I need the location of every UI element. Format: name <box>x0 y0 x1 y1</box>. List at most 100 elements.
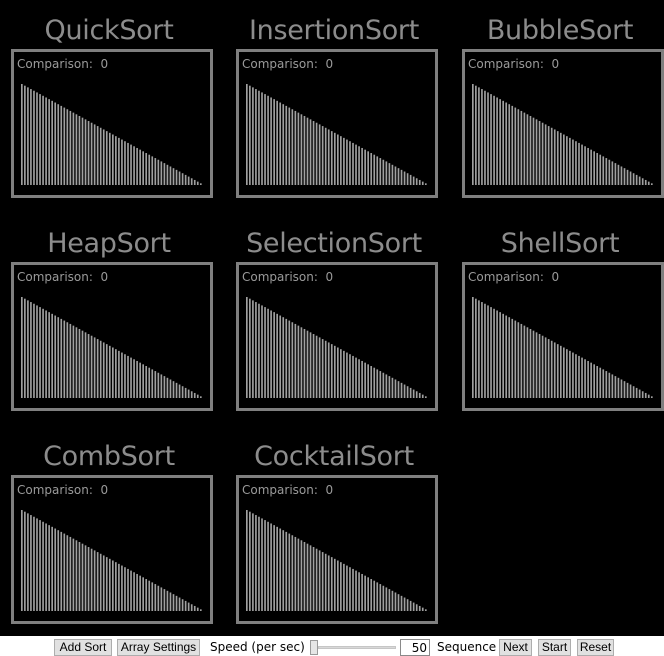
array-bar <box>312 334 315 398</box>
visualizer: Comparison: 0 <box>462 262 664 411</box>
array-bar <box>412 176 415 185</box>
array-bar <box>291 535 294 611</box>
array-bar <box>324 553 327 611</box>
array-bar <box>279 102 282 185</box>
array-bar <box>51 526 53 611</box>
array-bar <box>373 367 376 398</box>
array-bar <box>136 573 138 611</box>
array-bar <box>388 376 391 398</box>
array-bar <box>605 158 608 185</box>
array-bar <box>96 126 99 185</box>
speed-slider-thumb[interactable] <box>310 640 318 655</box>
bar-chart <box>246 510 427 611</box>
array-bar <box>385 161 388 185</box>
array-bar <box>115 136 117 185</box>
array-bar <box>578 355 580 398</box>
array-bar <box>276 526 278 611</box>
speed-input[interactable] <box>400 639 430 656</box>
array-bar <box>394 379 397 398</box>
array-bar <box>285 531 288 611</box>
array-bar <box>39 307 41 398</box>
array-bar <box>541 335 544 398</box>
array-bar <box>267 308 269 398</box>
array-bar <box>139 575 141 611</box>
next-button[interactable]: Next <box>499 639 532 656</box>
array-bar <box>340 349 342 398</box>
array-bar <box>69 536 72 611</box>
array-bar <box>139 149 141 185</box>
array-bar <box>587 147 589 185</box>
array-bar <box>267 521 269 611</box>
array-bar <box>364 149 366 185</box>
array-bar <box>529 115 532 185</box>
array-bar <box>327 555 330 611</box>
array-bar <box>400 595 403 611</box>
array-bar <box>409 600 412 611</box>
array-bar <box>108 558 111 611</box>
array-bar <box>638 389 641 398</box>
array-bar <box>385 374 388 398</box>
reset-button[interactable]: Reset <box>577 639 614 656</box>
array-bar <box>196 394 199 398</box>
array-bar <box>33 516 35 611</box>
array-bar <box>142 364 144 398</box>
array-bar <box>27 300 29 398</box>
array-bar <box>81 543 84 611</box>
start-button[interactable]: Start <box>538 639 571 656</box>
array-bar <box>300 540 303 611</box>
array-bar <box>352 568 354 611</box>
add-sort-button[interactable]: Add Sort <box>54 639 112 656</box>
array-bar <box>54 528 57 611</box>
array-bar <box>306 543 309 611</box>
array-bar <box>315 122 318 185</box>
array-bar <box>151 582 154 611</box>
array-bar <box>124 567 126 611</box>
array-bar <box>51 100 53 185</box>
array-bar <box>415 178 418 185</box>
array-bar <box>112 347 114 398</box>
panel-title: InsertionSort <box>248 15 420 46</box>
array-bar <box>379 584 382 611</box>
array-settings-button[interactable]: Array Settings <box>117 639 200 656</box>
array-bar <box>48 525 50 611</box>
array-bar <box>175 595 178 611</box>
array-bar <box>406 173 409 185</box>
array-bar <box>321 339 324 398</box>
array-bar <box>330 557 333 611</box>
speed-slider-track[interactable] <box>318 646 396 649</box>
array-bar <box>169 166 172 185</box>
array-bar <box>36 518 38 611</box>
array-bar <box>343 563 345 611</box>
array-bar <box>382 372 385 398</box>
panel-bubblesort: BubbleSort Comparison: 0 <box>453 0 664 198</box>
array-bar <box>575 141 577 185</box>
visualizer: Comparison: 0 <box>236 49 438 198</box>
array-bar <box>193 605 196 611</box>
panel-title: CocktailSort <box>254 441 414 472</box>
array-bar <box>249 298 251 398</box>
array-bar <box>526 327 529 398</box>
array-bar <box>556 131 559 185</box>
array-bar <box>312 547 315 611</box>
array-bar <box>556 344 559 398</box>
array-bar <box>632 386 635 398</box>
array-bar <box>249 511 251 611</box>
array-bar <box>42 95 44 185</box>
array-bar <box>361 573 363 611</box>
array-bar <box>108 345 111 398</box>
array-bar <box>487 305 489 398</box>
array-bar <box>496 310 498 398</box>
array-bar <box>599 154 602 185</box>
array-bar <box>172 594 175 611</box>
array-bar <box>121 565 123 611</box>
array-bar <box>87 547 90 611</box>
array-bar <box>145 579 148 611</box>
array-bar <box>199 183 202 185</box>
array-bar <box>349 141 351 185</box>
array-bar <box>187 389 190 398</box>
array-bar <box>303 115 306 185</box>
array-bar <box>75 540 78 611</box>
array-bar <box>303 541 306 611</box>
bar-chart <box>472 297 653 398</box>
array-bar <box>190 178 193 185</box>
